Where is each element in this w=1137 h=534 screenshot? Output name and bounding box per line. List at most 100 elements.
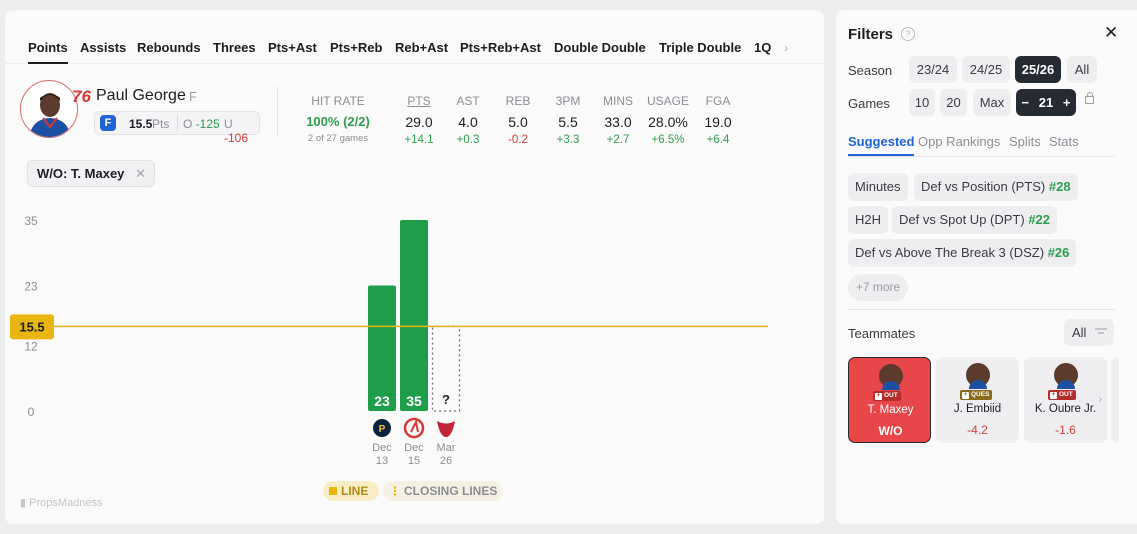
teammate-name: K. Oubre Jr.: [1034, 403, 1097, 415]
sportsbook-icon: F: [100, 115, 116, 131]
brand-watermark: ▮ PropsMadness: [20, 497, 103, 509]
games-option[interactable]: 20: [940, 89, 967, 116]
legend-line-toggle[interactable]: LINE: [323, 481, 379, 501]
line-divider: [177, 115, 178, 131]
x-tick-day: 26: [440, 455, 452, 467]
stat-header: FGA: [705, 94, 731, 108]
teammate-avatar: [966, 363, 990, 389]
tab-threes[interactable]: Threes: [213, 40, 256, 55]
season-option[interactable]: All: [1067, 56, 1097, 83]
teammate-card[interactable]: + OUT K. Oubre Jr. -1.6: [1024, 357, 1107, 443]
tabs-scroll-right-icon[interactable]: ›: [784, 40, 788, 55]
teammate-card-partial[interactable]: [1111, 357, 1119, 443]
tab-points[interactable]: Points: [28, 40, 68, 64]
without-teammate-filter-chip[interactable]: W/O: T. Maxey ✕: [27, 160, 155, 187]
tab-1q[interactable]: 1Q: [754, 40, 771, 55]
line-unit: Pts: [152, 117, 170, 131]
season-label: Season: [848, 63, 893, 78]
season-option-selected[interactable]: 25/26: [1015, 56, 1061, 83]
bulls-logo: [437, 421, 455, 437]
suggestion-chip[interactable]: H2H: [848, 206, 889, 234]
tab-opp-rankings[interactable]: Opp Rankings: [918, 134, 1000, 149]
injury-status-badge: + QUES: [960, 390, 993, 400]
help-icon[interactable]: ?: [901, 27, 915, 41]
season-option[interactable]: 24/25: [962, 56, 1010, 83]
stat-fga: FGA 19.0 +6.4: [688, 94, 748, 146]
section-divider: [848, 309, 1115, 310]
x-tick-day: 13: [376, 455, 388, 467]
prop-line-box[interactable]: F 15.5 Pts O -125 U -106: [94, 111, 260, 145]
custom-games-stepper[interactable]: − 21 +: [1016, 89, 1076, 116]
chip-remove-icon[interactable]: ✕: [135, 166, 146, 182]
lock-icon[interactable]: [1085, 92, 1094, 104]
summary-divider: [277, 86, 278, 136]
filters-title: Filters: [848, 26, 894, 43]
player-avatar: [20, 80, 78, 138]
tabs-divider: [848, 156, 1115, 157]
hawks-logo-mark: [410, 418, 419, 433]
tab-pts-reb[interactable]: Pts+Reb: [330, 40, 382, 55]
bar-dec-15: [400, 220, 428, 411]
teammate-avatar: [1054, 363, 1078, 389]
suggestion-chip[interactable]: Def vs Position (PTS) #28: [914, 173, 1078, 201]
increment-button[interactable]: +: [1063, 95, 1071, 110]
chip-label: W/O: T. Maxey: [37, 166, 125, 181]
season-option[interactable]: 23/24: [909, 56, 957, 83]
teammates-label: Teammates: [848, 326, 916, 341]
teammate-impact: W/O: [878, 424, 903, 438]
stat-delta: +6.4: [706, 134, 730, 146]
tab-double-double[interactable]: Double Double: [554, 40, 646, 55]
filters-panel: Filters ? ✕ Season 23/24 24/25 25/26 All…: [836, 10, 1137, 524]
pacers-logo-letter: P: [379, 424, 386, 435]
insight-tabs: Suggested Opp Rankings Splits Stats: [836, 134, 1137, 156]
tab-stats[interactable]: Stats: [1049, 134, 1079, 149]
decrement-button[interactable]: −: [1022, 95, 1030, 110]
under-odds: U -106: [224, 117, 249, 145]
tab-triple-double[interactable]: Triple Double: [659, 40, 741, 55]
suggestion-chip[interactable]: Def vs Spot Up (DPT) #22: [892, 206, 1058, 234]
player-name[interactable]: Paul George: [96, 87, 186, 105]
bar-value-label: 23: [374, 393, 390, 409]
over-odds: O -125: [183, 117, 220, 131]
tab-assists[interactable]: Assists: [80, 40, 126, 55]
teammates-filter-dropdown[interactable]: All: [1064, 319, 1114, 346]
prop-line-label: 15.5: [19, 319, 44, 334]
games-option[interactable]: Max: [973, 89, 1011, 116]
player-summary: 76 Paul George F F 15.5 Pts O -125 U -10…: [5, 74, 824, 154]
games-option[interactable]: 10: [909, 89, 935, 116]
tab-rebounds[interactable]: Rebounds: [137, 40, 201, 55]
teammate-card-selected[interactable]: + OUT T. Maxey W/O: [848, 357, 931, 443]
hit-rate-games: 2 of 27 games: [307, 133, 369, 144]
tab-pts-reb-ast[interactable]: Pts+Reb+Ast: [460, 40, 541, 55]
teammate-avatar: [879, 364, 903, 390]
tab-reb-ast[interactable]: Reb+Ast: [395, 40, 448, 55]
tab-suggested[interactable]: Suggested: [848, 134, 915, 156]
y-tick-label: 23: [24, 279, 38, 293]
injury-status-badge: + OUT: [1048, 390, 1076, 400]
filter-icon: [1095, 328, 1107, 336]
teammate-card[interactable]: + QUES J. Embiid -4.2: [936, 357, 1019, 443]
bar-value-label: 35: [406, 393, 422, 409]
x-tick-month: Dec: [372, 442, 392, 454]
y-tick-label: 12: [24, 340, 38, 354]
tab-splits[interactable]: Splits: [1009, 134, 1041, 149]
suggestion-chip[interactable]: Minutes: [848, 173, 908, 201]
x-tick-month: Dec: [404, 442, 424, 454]
games-label: Games: [848, 96, 890, 111]
more-suggestions-button[interactable]: +7 more: [848, 274, 908, 301]
x-tick-day: 15: [408, 455, 420, 467]
close-icon[interactable]: ✕: [1104, 23, 1118, 43]
player-position: F: [189, 89, 197, 104]
tab-pts-ast[interactable]: Pts+Ast: [268, 40, 317, 55]
prop-analysis-panel: Points Assists Rebounds Threes Pts+Ast P…: [5, 10, 824, 524]
team-logo: 76: [72, 87, 91, 106]
hit-rate-value: 100% (2/2): [306, 114, 370, 129]
custom-games-value: 21: [1038, 95, 1054, 110]
y-tick-label: 0: [28, 405, 35, 419]
hit-rate-label: HIT RATE: [311, 94, 365, 108]
teammates-next-icon[interactable]: ›: [1098, 391, 1102, 406]
pending-value-label: ?: [442, 392, 450, 407]
legend-closing-lines-toggle[interactable]: ⋮ CLOSING LINES: [383, 481, 503, 501]
stat-value: 19.0: [704, 114, 732, 130]
suggestion-chip[interactable]: Def vs Above The Break 3 (DSZ) #26: [848, 239, 1077, 267]
